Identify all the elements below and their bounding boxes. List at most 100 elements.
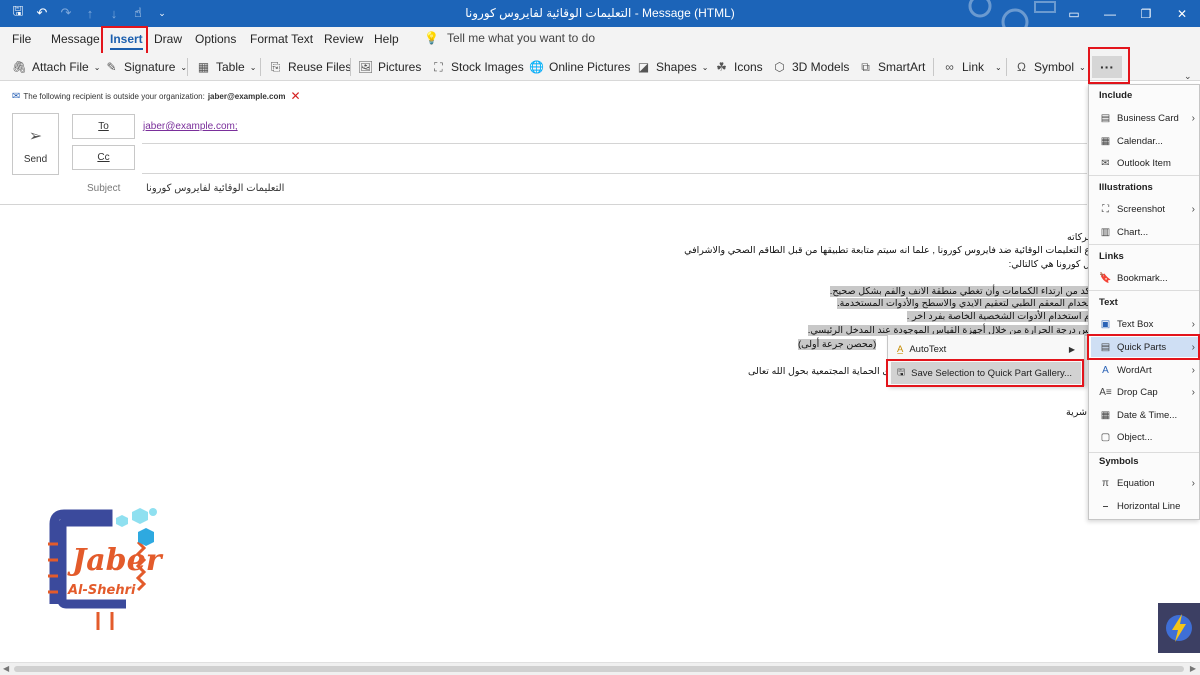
external-recipient-warning: ✉ The following recipient is outside you… <box>12 89 301 103</box>
date-time-item[interactable]: ▦ Date & Time... <box>1091 405 1199 425</box>
close-icon[interactable]: ✕ <box>1164 0 1200 27</box>
link-label: Link <box>962 60 985 74</box>
chevron-right-icon: › <box>1191 112 1195 124</box>
horizontal-line-icon: ⎯ <box>1103 500 1108 512</box>
bookmark-item[interactable]: 🔖 Bookmark... <box>1091 268 1199 288</box>
date-time-icon: ▦ <box>1100 409 1111 421</box>
reuse-files-button[interactable]: ⎘ Reuse Files <box>268 58 352 76</box>
outlook-item-label: Outlook Item <box>1117 157 1171 169</box>
header-divider <box>0 204 1087 205</box>
omega-icon: Ω <box>1017 60 1026 74</box>
tell-me-text: Tell me what you want to do <box>446 31 596 45</box>
cc-button[interactable]: Cc <box>72 145 135 170</box>
3d-models-button[interactable]: ⬡ 3D Models <box>772 58 849 76</box>
ribbon-separator <box>1006 58 1007 76</box>
online-pictures-button[interactable]: 🌐 Online Pictures <box>529 58 630 76</box>
subject-field[interactable]: التعليمات الوقائية لفايروس كورونا <box>146 183 284 194</box>
tab-draw[interactable]: Draw <box>154 32 182 46</box>
tab-message[interactable]: Message <box>51 32 100 46</box>
pictures-icon: 🖼 <box>357 60 374 74</box>
business-card-item[interactable]: ▤ Business Card › <box>1091 108 1199 128</box>
submenu-arrow-icon: ▶ <box>1068 344 1075 354</box>
collapse-ribbon-icon[interactable]: ⌄ <box>1184 71 1192 82</box>
logo-name: Jaber <box>67 543 164 578</box>
object-label: Object... <box>1117 431 1153 443</box>
scrollbar-thumb[interactable] <box>14 666 1184 672</box>
to-field-line <box>142 143 1087 144</box>
pictures-button[interactable]: 🖼 Pictures <box>358 58 421 76</box>
link-button[interactable]: ∞ Link ⌄ <box>942 58 1002 76</box>
chevron-right-icon: › <box>1191 477 1195 489</box>
send-button[interactable]: ➢ Send <box>12 113 59 175</box>
body-line: ل كورونا هي كالتالي: <box>1008 259 1090 270</box>
save-selection-item[interactable]: 🖫 Save Selection to Quick Part Gallery..… <box>891 362 1081 384</box>
restore-icon[interactable]: ❐ <box>1128 0 1164 27</box>
tab-help[interactable]: Help <box>374 32 399 46</box>
text-box-icon: ▣ <box>1100 318 1111 330</box>
equation-item[interactable]: π Equation › <box>1091 473 1199 493</box>
wordart-item[interactable]: A WordArt › <box>1091 360 1199 380</box>
quick-parts-item[interactable]: ▤ Quick Parts › <box>1091 337 1199 357</box>
autotext-item[interactable]: A̲ AutoText ▶ <box>891 338 1081 360</box>
scroll-left-icon[interactable]: ◀ <box>3 664 9 673</box>
chart-item[interactable]: ▥ Chart... <box>1091 222 1199 242</box>
chevron-right-icon: › <box>1191 318 1195 330</box>
horizontal-line-label: Horizontal Line <box>1117 500 1181 512</box>
tell-me-search[interactable]: 💡 Tell me what you want to do <box>424 31 595 45</box>
outlook-item-item[interactable]: ✉ Outlook Item <box>1091 153 1199 173</box>
include-header: Include <box>1099 90 1133 101</box>
quick-parts-icon: ▤ <box>1100 341 1111 353</box>
tab-review[interactable]: Review <box>324 32 363 46</box>
ribbon-separator <box>260 58 261 76</box>
tab-options[interactable]: Options <box>195 32 236 46</box>
symbol-button[interactable]: Ω Symbol ⌄ <box>1014 58 1086 76</box>
power-automate-badge[interactable] <box>1158 603 1200 653</box>
stock-images-button[interactable]: ⛶ Stock Images <box>431 58 523 76</box>
symbol-label: Symbol <box>1034 60 1075 74</box>
horizontal-scrollbar[interactable]: ◀ ▶ <box>0 662 1200 675</box>
jaber-logo: Jaber Al-Shehri <box>38 504 168 634</box>
object-item[interactable]: ▢ Object... <box>1091 427 1199 447</box>
paperclip-icon: 🖇 <box>11 60 28 74</box>
calendar-icon: ▦ <box>1100 135 1111 147</box>
smartart-label: SmartArt <box>878 60 926 74</box>
text-box-item[interactable]: ▣ Text Box › <box>1091 314 1199 334</box>
horizontal-line-item[interactable]: ⎯ Horizontal Line <box>1091 496 1199 516</box>
smartart-button[interactable]: ⧉ SmartArt <box>858 58 925 76</box>
minimize-icon[interactable]: — <box>1092 0 1128 27</box>
icons-button[interactable]: ☘ Icons <box>714 58 763 76</box>
dismiss-warning-icon[interactable]: ✕ <box>290 89 300 103</box>
icons-icon: ☘ <box>716 60 727 74</box>
to-button[interactable]: To <box>72 114 135 139</box>
lightning-icon <box>1166 614 1192 642</box>
attach-file-button[interactable]: 🖇 Attach File ⌄ <box>11 58 101 76</box>
shapes-button[interactable]: ◪ Shapes ⌄ <box>636 58 709 76</box>
more-commands-button[interactable]: ··· <box>1092 56 1122 78</box>
signature-icon: ✎ <box>106 60 117 74</box>
signature-button[interactable]: ✎ Signature ⌄ <box>104 58 187 76</box>
table-label: Table <box>216 60 245 74</box>
subject-label: Subject <box>87 183 121 194</box>
drop-cap-item[interactable]: A≡ Drop Cap › <box>1091 382 1199 402</box>
scroll-right-icon[interactable]: ▶ <box>1190 664 1196 673</box>
link-icon: ∞ <box>945 60 954 74</box>
body-line-selected: (محصن جرعة أولى) <box>798 339 877 350</box>
table-button[interactable]: ▦ Table ⌄ <box>196 58 257 76</box>
screenshot-item[interactable]: ⛶ Screenshot › <box>1091 199 1199 219</box>
calendar-item[interactable]: ▦ Calendar... <box>1091 131 1199 151</box>
date-time-label: Date & Time... <box>1117 409 1178 421</box>
object-icon: ▢ <box>1100 431 1111 443</box>
body-line-selected: م استخدام الأدوات الشخصية الخاصة بفرد اخ… <box>906 311 1090 322</box>
tab-file[interactable]: File <box>12 32 31 46</box>
online-pictures-icon: 🌐 <box>529 60 544 74</box>
shapes-label: Shapes <box>656 60 697 74</box>
ribbon-separator <box>350 58 351 76</box>
menu-divider <box>1089 244 1199 245</box>
ribbon-display-icon[interactable]: ▭ <box>1056 0 1092 27</box>
chevron-right-icon: › <box>1191 364 1195 376</box>
tab-insert[interactable]: Insert <box>110 32 143 50</box>
to-field[interactable]: jaber@example.com; <box>143 121 238 132</box>
tab-format-text[interactable]: Format Text <box>250 32 313 46</box>
warning-text: The following recipient is outside your … <box>23 91 205 101</box>
ribbon-separator <box>187 58 188 76</box>
